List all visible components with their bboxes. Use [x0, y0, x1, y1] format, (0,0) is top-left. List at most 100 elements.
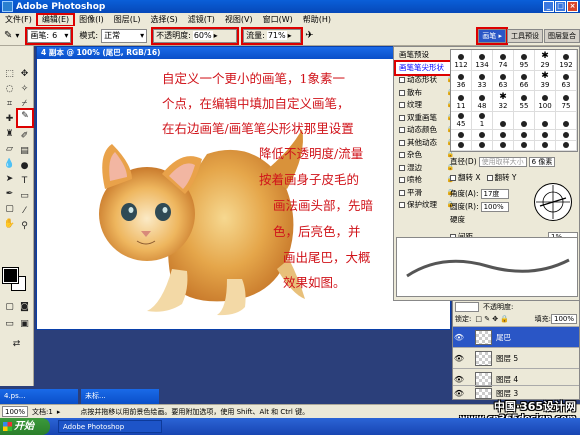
- clone-stamp-tool-icon[interactable]: ♜: [3, 128, 16, 141]
- flip-x-checkbox[interactable]: [450, 174, 456, 181]
- eye-icon[interactable]: 👁: [453, 354, 465, 363]
- brush-setting-item[interactable]: 画笔预设: [396, 49, 456, 62]
- brush-tip-cell[interactable]: [451, 140, 472, 151]
- brush-tip-cell[interactable]: 55: [514, 91, 535, 112]
- brush-tip-cell[interactable]: [493, 111, 514, 130]
- pen-tool-icon[interactable]: ✒: [3, 188, 16, 201]
- brush-setting-checkbox[interactable]: [399, 114, 405, 121]
- eyedropper-tool-icon[interactable]: ⁄: [18, 205, 31, 218]
- brush-picker[interactable]: 画笔: 6 ▾: [25, 26, 74, 45]
- layer-blend-mode-select[interactable]: [455, 302, 479, 312]
- brush-tip-cell[interactable]: [556, 140, 577, 151]
- menu-edit[interactable]: 编辑(E): [35, 12, 76, 27]
- brush-setting-item[interactable]: 动态颜色🔒: [396, 124, 456, 137]
- quick-mask-mode-icon[interactable]: ◙: [18, 301, 31, 314]
- type-tool-icon[interactable]: T: [18, 175, 31, 188]
- dodge-tool-icon[interactable]: ●: [18, 160, 31, 173]
- brush-tip-cell[interactable]: ✱ 39: [535, 70, 556, 91]
- maximize-button[interactable]: □: [555, 1, 566, 12]
- hand-tool-icon[interactable]: ✋: [3, 218, 16, 231]
- eye-icon[interactable]: 👁: [453, 333, 465, 342]
- standard-mode-icon[interactable]: ▢: [3, 301, 16, 314]
- brush-tip-cell[interactable]: 33: [472, 70, 493, 91]
- brush-setting-checkbox[interactable]: [399, 127, 405, 134]
- palette-tab-layer-comps[interactable]: 图层复合: [544, 28, 580, 43]
- magic-wand-tool-icon[interactable]: ✧: [18, 83, 31, 96]
- brush-tip-cell[interactable]: [493, 140, 514, 151]
- eye-icon[interactable]: 👁: [453, 389, 465, 398]
- brush-tip-cell[interactable]: [451, 130, 472, 141]
- shape-tool-icon[interactable]: ▭: [18, 190, 31, 203]
- blur-tool-icon[interactable]: 💧: [3, 158, 16, 171]
- canvas[interactable]: 自定义一个更小的画笔，1象素一 个点，在编辑中填加自定义画笔， 在右边画笔/画笔…: [37, 59, 450, 329]
- menu-layer[interactable]: 图层(L): [109, 14, 146, 26]
- brush-setting-item[interactable]: 湿边 🔒: [396, 162, 456, 175]
- brush-tip-cell[interactable]: 1: [472, 111, 493, 130]
- screen-mode-icon[interactable]: ▭: [3, 318, 16, 331]
- foreground-color-swatch[interactable]: [2, 267, 19, 284]
- brush-setting-item[interactable]: 散布🔒: [396, 87, 456, 100]
- brush-tip-cell[interactable]: 63: [556, 70, 577, 91]
- brush-setting-item[interactable]: 杂色 🔒: [396, 149, 456, 162]
- notes-tool-icon[interactable]: ▢: [3, 203, 16, 216]
- brush-setting-item[interactable]: 纹理🔒: [396, 99, 456, 112]
- marquee-tool-icon[interactable]: ⬚: [3, 68, 16, 81]
- brush-tip-cell[interactable]: 134: [472, 50, 493, 71]
- jump-to-imageready-icon[interactable]: ⇄: [10, 338, 23, 351]
- palette-tab-tool-presets[interactable]: 工具预设: [507, 28, 543, 43]
- menu-file[interactable]: 文件(F): [0, 14, 37, 26]
- status-arrow-icon[interactable]: ▸: [57, 408, 61, 416]
- brush-tip-cell[interactable]: 192: [556, 50, 577, 71]
- brush-tip-cell[interactable]: ✱ 32: [493, 91, 514, 112]
- crop-tool-icon[interactable]: ⌗: [3, 98, 16, 111]
- brush-tip-cell[interactable]: 74: [493, 50, 514, 71]
- layer-row[interactable]: 👁 尾巴: [453, 326, 579, 347]
- eraser-tool-icon[interactable]: ▱: [3, 143, 16, 156]
- brush-tip-cell[interactable]: [535, 140, 556, 151]
- brush-tip-cell[interactable]: [556, 111, 577, 130]
- angle-input[interactable]: 17度: [480, 188, 509, 199]
- minimized-doc[interactable]: 4.ps...: [0, 389, 78, 404]
- brush-setting-checkbox[interactable]: [399, 89, 405, 96]
- brush-tip-cell[interactable]: 48: [472, 91, 493, 112]
- brush-tip-cell[interactable]: [514, 140, 535, 151]
- brush-tool-icon[interactable]: ✎: [4, 30, 12, 41]
- brush-tip-cell[interactable]: 45: [451, 111, 472, 130]
- brush-tip-cell[interactable]: 112: [451, 50, 472, 71]
- brush-setting-checkbox[interactable]: [399, 139, 405, 146]
- use-sample-size-button[interactable]: 使用取样大小: [478, 156, 527, 167]
- gradient-tool-icon[interactable]: ▤: [18, 145, 31, 158]
- brush-tool-selected-icon[interactable]: ✎: [16, 108, 34, 128]
- brush-tip-cell[interactable]: ✱ 29: [535, 50, 556, 71]
- menu-select[interactable]: 选择(S): [145, 14, 182, 26]
- brush-setting-item[interactable]: 双重画笔🔒: [396, 112, 456, 125]
- opacity-control[interactable]: 不透明度: 60% ▸: [151, 26, 240, 45]
- start-button[interactable]: 开始: [0, 418, 50, 435]
- brush-tip-cell[interactable]: [514, 130, 535, 141]
- brush-tip-cell[interactable]: 66: [514, 70, 535, 91]
- history-brush-tool-icon[interactable]: ✐: [18, 130, 31, 143]
- brush-tip-cell[interactable]: [535, 130, 556, 141]
- brush-tip-cell[interactable]: [472, 130, 493, 141]
- eye-icon[interactable]: 👁: [453, 375, 465, 384]
- brush-tip-cell[interactable]: [556, 130, 577, 141]
- palette-tab-brushes[interactable]: 画笔 ▸: [476, 26, 508, 45]
- lock-icons[interactable]: □ ✎ ✥ 🔒: [475, 315, 509, 323]
- brush-tip-cell[interactable]: [514, 111, 535, 130]
- tool-preset-dropdown[interactable]: ▾: [15, 31, 19, 40]
- minimize-button[interactable]: _: [543, 1, 554, 12]
- diameter-input[interactable]: 6 像素: [528, 156, 556, 167]
- angle-roundness-widget[interactable]: [534, 183, 572, 221]
- brush-tip-cell[interactable]: 95: [514, 50, 535, 71]
- brush-setting-item[interactable]: 画笔笔尖形状: [394, 59, 458, 76]
- menu-filter[interactable]: 滤镜(T): [183, 14, 220, 26]
- mode-select[interactable]: 正常 ▾: [101, 28, 148, 43]
- brush-setting-checkbox[interactable]: [399, 164, 405, 171]
- brush-setting-item[interactable]: 其他动态🔒: [396, 137, 456, 150]
- brush-tip-cell[interactable]: 100: [535, 91, 556, 112]
- zoom-tool-icon[interactable]: ⚲: [18, 220, 31, 233]
- airbrush-icon[interactable]: ✈: [305, 30, 313, 41]
- brush-setting-item[interactable]: 平滑 🔒: [396, 187, 456, 200]
- brush-tip-cell[interactable]: 63: [493, 70, 514, 91]
- brush-tip-cell[interactable]: 11: [451, 91, 472, 112]
